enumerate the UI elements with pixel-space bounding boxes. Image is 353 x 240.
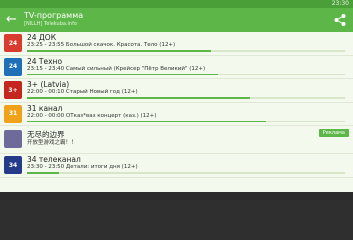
progress-track xyxy=(27,50,345,52)
progress-track xyxy=(27,97,345,99)
ad-row[interactable]: 无尽的边界 开放型游戏之霸！！ Реклама xyxy=(0,126,353,154)
channel-logo: 34 xyxy=(4,156,22,174)
progress-track xyxy=(27,120,345,122)
channel-logo: 3+ xyxy=(4,81,22,99)
progress-fill xyxy=(27,73,218,75)
program-info: 22:00 - 00:00 ОТказ*ваз концерт (каз.) (… xyxy=(27,112,157,119)
ad-text: 开放型游戏之霸！！ xyxy=(27,140,77,146)
channel-row[interactable]: 24 24 ДОК 23:25 - 23:55 Большой скачок. … xyxy=(0,32,353,56)
channel-row[interactable]: 34 34 телеканал 23:30 - 23:50 Детали: ит… xyxy=(0,154,353,178)
channel-logo: 31 xyxy=(4,104,22,123)
channel-list: 24 24 ДОК 23:25 - 23:55 Большой скачок. … xyxy=(0,32,353,200)
program-info: 23:30 - 23:50 Детали: итоги дня (12+) xyxy=(27,164,138,170)
progress-track xyxy=(27,172,345,174)
ad-logo xyxy=(4,130,22,148)
program-info: 23:15 - 23:40 Самый сильный (Крейсер "Пё… xyxy=(27,65,206,72)
status-bar: 23:30 xyxy=(0,0,353,8)
ad-title: 无尽的边界 xyxy=(27,130,65,139)
progress-fill xyxy=(27,172,59,174)
channel-name: 31 канал xyxy=(27,103,63,113)
progress-fill xyxy=(27,50,212,52)
progress-fill xyxy=(27,97,250,99)
progress-track xyxy=(27,73,345,75)
progress-fill xyxy=(27,120,266,122)
page-subtitle: [NILLH] Telekuba.info xyxy=(24,21,77,27)
channel-name: 24 Техно xyxy=(27,56,63,66)
channel-logo: 24 xyxy=(4,57,22,76)
share-icon[interactable] xyxy=(333,13,347,27)
app-bar: ← TV-программа [NILLH] Telekuba.info xyxy=(0,8,353,32)
channel-logo: 24 xyxy=(4,34,22,52)
status-time: 23:30 xyxy=(331,0,349,7)
channel-row[interactable]: 31 31 канал 22:00 - 00:00 ОТказ*ваз конц… xyxy=(0,103,353,126)
channel-name: 24 ДОК xyxy=(27,33,57,42)
channel-name: 34 телеканал xyxy=(27,155,81,164)
ad-badge: Реклама xyxy=(318,129,349,137)
program-info: 22:00 - 00:10 Старый Новый год (12+) xyxy=(27,89,138,95)
page-title: TV-программа xyxy=(24,11,84,20)
channel-name: 3+ (Latvia) xyxy=(27,80,70,89)
channel-row[interactable]: 3+ 3+ (Latvia) 22:00 - 00:10 Старый Новы… xyxy=(0,79,353,103)
channel-row[interactable]: 24 24 Техно 23:15 - 23:40 Самый сильный … xyxy=(0,56,353,79)
system-nav-bar xyxy=(0,192,353,200)
back-arrow-icon[interactable]: ← xyxy=(6,10,17,30)
program-info: 23:25 - 23:55 Большой скачок. Красота. Т… xyxy=(27,42,176,48)
